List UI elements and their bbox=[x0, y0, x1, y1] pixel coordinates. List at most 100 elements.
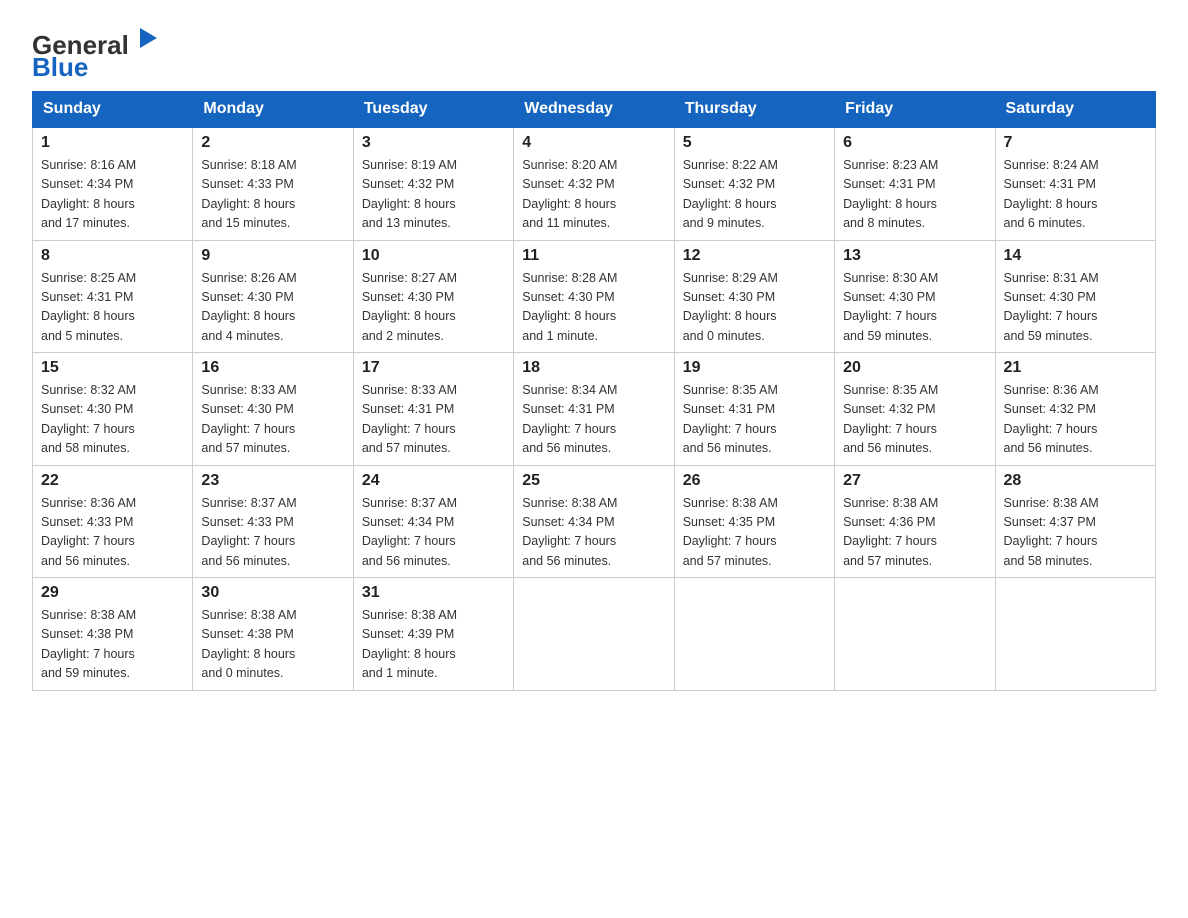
day-number: 30 bbox=[201, 584, 344, 602]
calendar-cell: 22 Sunrise: 8:36 AM Sunset: 4:33 PM Dayl… bbox=[33, 465, 193, 578]
calendar-cell: 7 Sunrise: 8:24 AM Sunset: 4:31 PM Dayli… bbox=[995, 127, 1155, 240]
day-info: Sunrise: 8:38 AM Sunset: 4:35 PM Dayligh… bbox=[683, 494, 826, 572]
calendar-cell: 28 Sunrise: 8:38 AM Sunset: 4:37 PM Dayl… bbox=[995, 465, 1155, 578]
calendar-cell: 2 Sunrise: 8:18 AM Sunset: 4:33 PM Dayli… bbox=[193, 127, 353, 240]
calendar-cell: 18 Sunrise: 8:34 AM Sunset: 4:31 PM Dayl… bbox=[514, 353, 674, 466]
col-header-tuesday: Tuesday bbox=[353, 92, 513, 128]
calendar-cell: 6 Sunrise: 8:23 AM Sunset: 4:31 PM Dayli… bbox=[835, 127, 995, 240]
day-number: 14 bbox=[1004, 247, 1147, 265]
day-info: Sunrise: 8:28 AM Sunset: 4:30 PM Dayligh… bbox=[522, 269, 665, 347]
day-info: Sunrise: 8:26 AM Sunset: 4:30 PM Dayligh… bbox=[201, 269, 344, 347]
day-number: 3 bbox=[362, 134, 505, 152]
day-info: Sunrise: 8:32 AM Sunset: 4:30 PM Dayligh… bbox=[41, 381, 184, 459]
calendar-cell bbox=[674, 578, 834, 691]
calendar-cell: 26 Sunrise: 8:38 AM Sunset: 4:35 PM Dayl… bbox=[674, 465, 834, 578]
day-info: Sunrise: 8:23 AM Sunset: 4:31 PM Dayligh… bbox=[843, 156, 986, 234]
calendar-cell: 12 Sunrise: 8:29 AM Sunset: 4:30 PM Dayl… bbox=[674, 240, 834, 353]
day-info: Sunrise: 8:35 AM Sunset: 4:32 PM Dayligh… bbox=[843, 381, 986, 459]
calendar-cell: 23 Sunrise: 8:37 AM Sunset: 4:33 PM Dayl… bbox=[193, 465, 353, 578]
calendar-cell: 13 Sunrise: 8:30 AM Sunset: 4:30 PM Dayl… bbox=[835, 240, 995, 353]
calendar-cell: 10 Sunrise: 8:27 AM Sunset: 4:30 PM Dayl… bbox=[353, 240, 513, 353]
day-number: 17 bbox=[362, 359, 505, 377]
day-number: 31 bbox=[362, 584, 505, 602]
day-number: 5 bbox=[683, 134, 826, 152]
day-number: 25 bbox=[522, 472, 665, 490]
day-number: 21 bbox=[1004, 359, 1147, 377]
calendar-cell bbox=[995, 578, 1155, 691]
calendar-cell: 24 Sunrise: 8:37 AM Sunset: 4:34 PM Dayl… bbox=[353, 465, 513, 578]
day-number: 27 bbox=[843, 472, 986, 490]
calendar-week-row: 1 Sunrise: 8:16 AM Sunset: 4:34 PM Dayli… bbox=[33, 127, 1156, 240]
day-info: Sunrise: 8:25 AM Sunset: 4:31 PM Dayligh… bbox=[41, 269, 184, 347]
day-info: Sunrise: 8:20 AM Sunset: 4:32 PM Dayligh… bbox=[522, 156, 665, 234]
svg-text:Blue: Blue bbox=[32, 52, 88, 79]
calendar-cell: 9 Sunrise: 8:26 AM Sunset: 4:30 PM Dayli… bbox=[193, 240, 353, 353]
day-info: Sunrise: 8:38 AM Sunset: 4:36 PM Dayligh… bbox=[843, 494, 986, 572]
calendar-header-row: SundayMondayTuesdayWednesdayThursdayFrid… bbox=[33, 92, 1156, 128]
day-number: 6 bbox=[843, 134, 986, 152]
day-number: 23 bbox=[201, 472, 344, 490]
calendar-cell: 14 Sunrise: 8:31 AM Sunset: 4:30 PM Dayl… bbox=[995, 240, 1155, 353]
calendar-cell: 19 Sunrise: 8:35 AM Sunset: 4:31 PM Dayl… bbox=[674, 353, 834, 466]
day-number: 10 bbox=[362, 247, 505, 265]
day-info: Sunrise: 8:35 AM Sunset: 4:31 PM Dayligh… bbox=[683, 381, 826, 459]
calendar-cell bbox=[835, 578, 995, 691]
col-header-friday: Friday bbox=[835, 92, 995, 128]
col-header-wednesday: Wednesday bbox=[514, 92, 674, 128]
calendar-cell: 11 Sunrise: 8:28 AM Sunset: 4:30 PM Dayl… bbox=[514, 240, 674, 353]
calendar-cell: 4 Sunrise: 8:20 AM Sunset: 4:32 PM Dayli… bbox=[514, 127, 674, 240]
day-number: 8 bbox=[41, 247, 184, 265]
day-number: 7 bbox=[1004, 134, 1147, 152]
day-info: Sunrise: 8:37 AM Sunset: 4:33 PM Dayligh… bbox=[201, 494, 344, 572]
day-number: 18 bbox=[522, 359, 665, 377]
day-info: Sunrise: 8:37 AM Sunset: 4:34 PM Dayligh… bbox=[362, 494, 505, 572]
col-header-thursday: Thursday bbox=[674, 92, 834, 128]
col-header-monday: Monday bbox=[193, 92, 353, 128]
calendar-cell: 25 Sunrise: 8:38 AM Sunset: 4:34 PM Dayl… bbox=[514, 465, 674, 578]
calendar-cell: 1 Sunrise: 8:16 AM Sunset: 4:34 PM Dayli… bbox=[33, 127, 193, 240]
day-number: 22 bbox=[41, 472, 184, 490]
calendar-cell: 20 Sunrise: 8:35 AM Sunset: 4:32 PM Dayl… bbox=[835, 353, 995, 466]
day-info: Sunrise: 8:36 AM Sunset: 4:32 PM Dayligh… bbox=[1004, 381, 1147, 459]
calendar-cell: 15 Sunrise: 8:32 AM Sunset: 4:30 PM Dayl… bbox=[33, 353, 193, 466]
calendar-cell: 31 Sunrise: 8:38 AM Sunset: 4:39 PM Dayl… bbox=[353, 578, 513, 691]
day-number: 20 bbox=[843, 359, 986, 377]
day-info: Sunrise: 8:18 AM Sunset: 4:33 PM Dayligh… bbox=[201, 156, 344, 234]
day-number: 11 bbox=[522, 247, 665, 265]
day-info: Sunrise: 8:24 AM Sunset: 4:31 PM Dayligh… bbox=[1004, 156, 1147, 234]
day-number: 4 bbox=[522, 134, 665, 152]
calendar-cell: 5 Sunrise: 8:22 AM Sunset: 4:32 PM Dayli… bbox=[674, 127, 834, 240]
day-number: 12 bbox=[683, 247, 826, 265]
day-number: 2 bbox=[201, 134, 344, 152]
logo-svg: General Blue bbox=[32, 24, 162, 79]
day-info: Sunrise: 8:38 AM Sunset: 4:37 PM Dayligh… bbox=[1004, 494, 1147, 572]
col-header-sunday: Sunday bbox=[33, 92, 193, 128]
day-info: Sunrise: 8:34 AM Sunset: 4:31 PM Dayligh… bbox=[522, 381, 665, 459]
day-info: Sunrise: 8:38 AM Sunset: 4:39 PM Dayligh… bbox=[362, 606, 505, 684]
day-number: 1 bbox=[41, 134, 184, 152]
day-number: 19 bbox=[683, 359, 826, 377]
calendar-cell: 29 Sunrise: 8:38 AM Sunset: 4:38 PM Dayl… bbox=[33, 578, 193, 691]
day-info: Sunrise: 8:36 AM Sunset: 4:33 PM Dayligh… bbox=[41, 494, 184, 572]
day-number: 26 bbox=[683, 472, 826, 490]
day-info: Sunrise: 8:16 AM Sunset: 4:34 PM Dayligh… bbox=[41, 156, 184, 234]
calendar-cell: 27 Sunrise: 8:38 AM Sunset: 4:36 PM Dayl… bbox=[835, 465, 995, 578]
calendar-cell bbox=[514, 578, 674, 691]
day-info: Sunrise: 8:38 AM Sunset: 4:34 PM Dayligh… bbox=[522, 494, 665, 572]
col-header-saturday: Saturday bbox=[995, 92, 1155, 128]
calendar-week-row: 29 Sunrise: 8:38 AM Sunset: 4:38 PM Dayl… bbox=[33, 578, 1156, 691]
calendar-week-row: 15 Sunrise: 8:32 AM Sunset: 4:30 PM Dayl… bbox=[33, 353, 1156, 466]
day-number: 16 bbox=[201, 359, 344, 377]
day-info: Sunrise: 8:22 AM Sunset: 4:32 PM Dayligh… bbox=[683, 156, 826, 234]
day-info: Sunrise: 8:30 AM Sunset: 4:30 PM Dayligh… bbox=[843, 269, 986, 347]
day-number: 28 bbox=[1004, 472, 1147, 490]
day-info: Sunrise: 8:19 AM Sunset: 4:32 PM Dayligh… bbox=[362, 156, 505, 234]
day-info: Sunrise: 8:27 AM Sunset: 4:30 PM Dayligh… bbox=[362, 269, 505, 347]
page-header: General Blue bbox=[32, 24, 1156, 79]
day-number: 13 bbox=[843, 247, 986, 265]
day-info: Sunrise: 8:29 AM Sunset: 4:30 PM Dayligh… bbox=[683, 269, 826, 347]
day-number: 9 bbox=[201, 247, 344, 265]
day-number: 24 bbox=[362, 472, 505, 490]
calendar-cell: 16 Sunrise: 8:33 AM Sunset: 4:30 PM Dayl… bbox=[193, 353, 353, 466]
calendar-week-row: 8 Sunrise: 8:25 AM Sunset: 4:31 PM Dayli… bbox=[33, 240, 1156, 353]
